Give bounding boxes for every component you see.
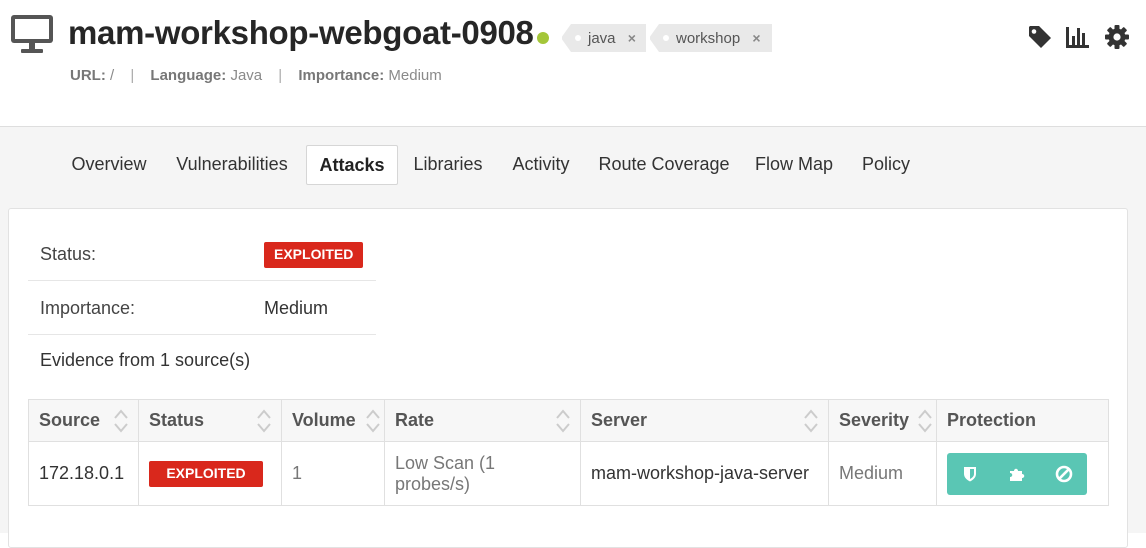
tag-icon[interactable]	[1027, 24, 1053, 50]
column-label: Source	[39, 410, 101, 430]
app-meta: URL: / | Language: Java | Importance: Me…	[70, 67, 442, 84]
column-label: Volume	[292, 410, 356, 430]
importance-value: Medium	[264, 298, 329, 318]
tab-libraries[interactable]: Libraries	[408, 145, 488, 183]
url-label: URL:	[70, 67, 106, 84]
tab-vulnerabilities[interactable]: Vulnerabilities	[170, 145, 294, 183]
column-header-server[interactable]: Server	[580, 399, 829, 442]
url-value: /	[110, 67, 115, 84]
importance-row: Importance: Medium	[28, 281, 376, 335]
tab-overview[interactable]: Overview	[56, 145, 162, 183]
column-header-source[interactable]: Source	[28, 399, 139, 442]
monitor-icon	[11, 15, 53, 53]
sort-icon[interactable]	[556, 408, 570, 434]
cell-source[interactable]: 172.18.0.1	[28, 441, 139, 506]
column-header-status[interactable]: Status	[138, 399, 282, 442]
language-value: Java	[230, 67, 263, 84]
cell-server[interactable]: mam-workshop-java-server	[580, 441, 829, 506]
attackers-table: Source Status Volume Rate Server Severit…	[28, 399, 1109, 506]
evidence-text: Evidence from 1 source(s)	[40, 350, 251, 370]
importance-label: Importance:	[40, 298, 136, 318]
separator: |	[278, 67, 283, 84]
column-label: Rate	[395, 410, 435, 430]
app-title: mam-workshop-webgoat-0908	[68, 14, 534, 51]
column-label: Severity	[839, 410, 910, 430]
tag-remove-button[interactable]: ×	[628, 24, 636, 52]
tab-attacks[interactable]: Attacks	[306, 145, 398, 185]
status-value: EXPLOITED	[264, 227, 364, 281]
protection-button-group	[947, 452, 1087, 495]
column-label: Server	[591, 410, 648, 430]
app-header: mam-workshop-webgoat-0908 java × worksho…	[0, 0, 1146, 127]
tab-route-coverage[interactable]: Route Coverage	[598, 145, 730, 183]
cell-severity: Medium	[828, 441, 937, 506]
tag-workshop[interactable]: workshop ×	[649, 24, 772, 52]
separator: |	[130, 67, 135, 84]
tag-hole	[663, 35, 669, 41]
cell-volume: 1	[281, 441, 385, 506]
cell-status: EXPLOITED	[138, 441, 282, 506]
cell-rate: Low Scan (1 probes/s)	[384, 441, 581, 506]
status-badge: EXPLOITED	[264, 242, 364, 269]
column-header-volume[interactable]: Volume	[281, 399, 385, 442]
cell-protection	[936, 441, 1109, 506]
language-label: Language:	[150, 67, 227, 84]
tab-flow-map[interactable]: Flow Map	[752, 145, 836, 183]
tag-hole	[575, 35, 581, 41]
tag-remove-button[interactable]: ×	[752, 24, 760, 52]
importance-value: Medium	[388, 67, 442, 84]
gear-icon[interactable]	[1104, 24, 1130, 50]
column-header-protection: Protection	[936, 399, 1109, 442]
shield-icon[interactable]	[959, 463, 981, 485]
sort-icon[interactable]	[257, 408, 271, 434]
status-indicator	[537, 32, 549, 44]
table-row: 172.18.0.1 EXPLOITED 1 Low Scan (1 probe…	[28, 441, 1109, 506]
table-header-row: Source Status Volume Rate Server Severit…	[28, 399, 1109, 442]
status-badge: EXPLOITED	[149, 460, 263, 487]
column-header-severity[interactable]: Severity	[828, 399, 937, 442]
tab-activity[interactable]: Activity	[504, 145, 578, 183]
sort-icon[interactable]	[918, 408, 932, 434]
column-label: Status	[149, 410, 205, 430]
column-header-rate[interactable]: Rate	[384, 399, 581, 442]
importance-label: Importance:	[298, 67, 385, 84]
column-label: Protection	[947, 410, 1037, 430]
tag-label: workshop	[676, 30, 741, 47]
sort-icon[interactable]	[804, 408, 818, 434]
status-label: Status:	[40, 244, 97, 264]
puzzle-icon[interactable]	[1006, 463, 1028, 485]
sort-icon[interactable]	[366, 408, 380, 434]
tag-java[interactable]: java ×	[561, 24, 646, 52]
tab-policy[interactable]: Policy	[858, 145, 914, 183]
bar-chart-icon[interactable]	[1064, 24, 1090, 50]
sort-icon[interactable]	[114, 408, 128, 434]
block-icon[interactable]	[1053, 463, 1075, 485]
tag-label: java	[588, 30, 616, 47]
status-row: Status: EXPLOITED	[28, 227, 376, 281]
